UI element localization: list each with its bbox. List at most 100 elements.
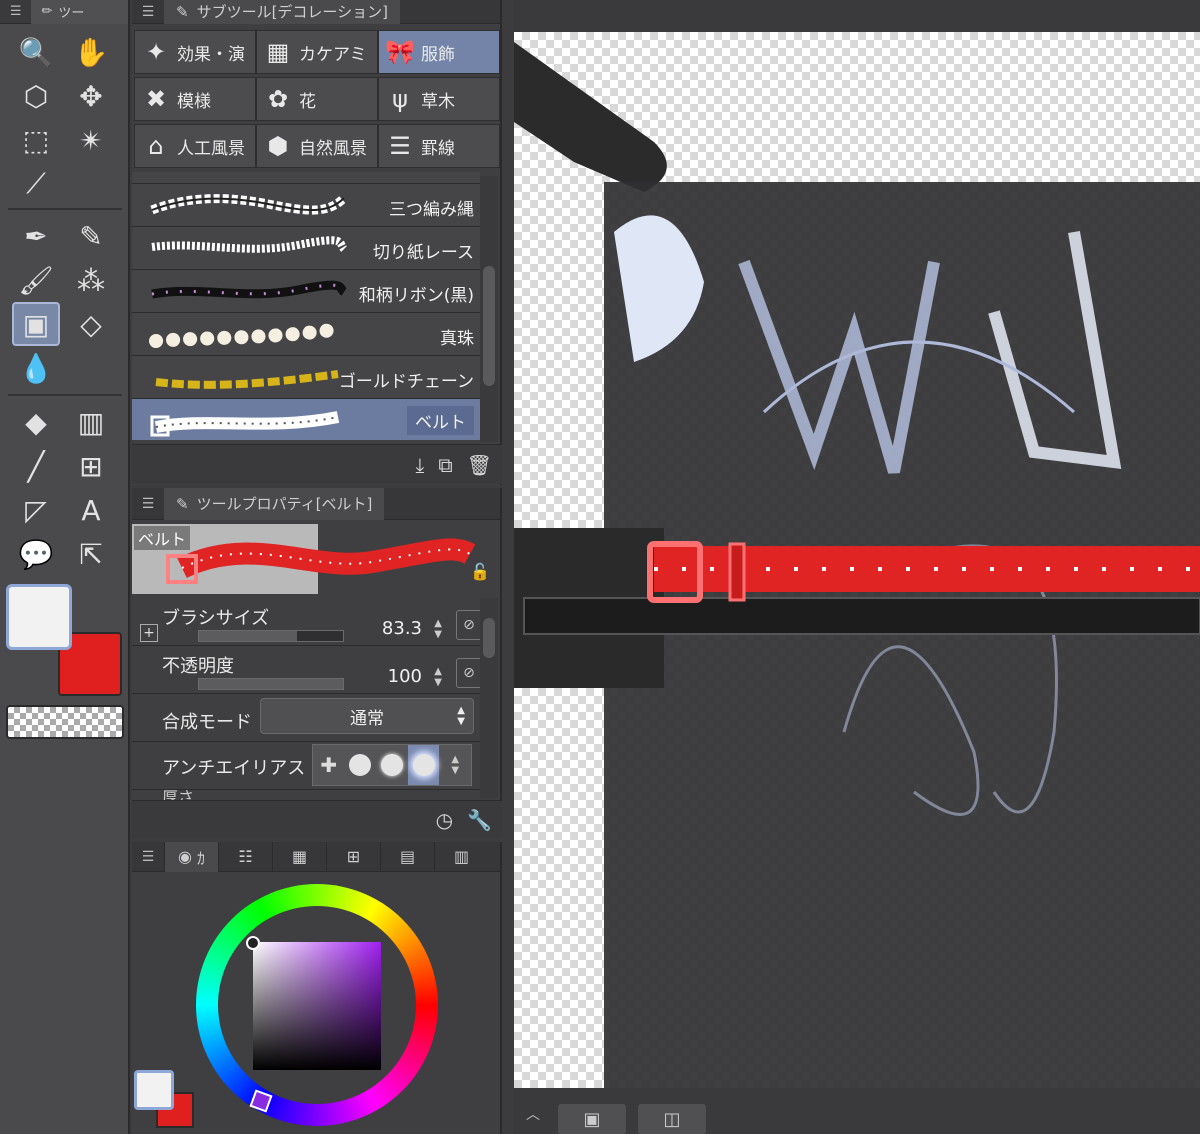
text-tool[interactable]: A	[67, 488, 115, 532]
camera-button[interactable]: ◫	[638, 1104, 706, 1134]
decoration-tool[interactable]: ▣	[12, 302, 60, 346]
import-icon[interactable]: ⤓	[415, 453, 424, 477]
brush-item-japanese-ribbon[interactable]: 和柄リボン(黒)	[132, 270, 480, 313]
duplicate-icon[interactable]: ⧉	[438, 453, 452, 477]
eraser-icon: ◇	[80, 307, 102, 341]
category-artificial-scenery[interactable]: ⌂ 人工風景	[134, 124, 256, 168]
brush-item-gold-chain[interactable]: ゴールドチェーン	[132, 356, 480, 399]
opacity-value[interactable]: 100	[388, 666, 422, 687]
expand-icon[interactable]: +	[140, 624, 158, 642]
canvas-area: ︿ ▣ ◫	[514, 0, 1200, 1134]
sv-cursor[interactable]	[246, 936, 260, 950]
tool-property-tab[interactable]: ✎ ツールプロパティ[ベルト]	[164, 487, 385, 520]
hand-tool[interactable]: ✋	[67, 30, 115, 74]
brush-item-paper-lace[interactable]: 切り紙レース	[132, 227, 480, 270]
category-pattern[interactable]: ✖ 模様	[134, 77, 256, 121]
tab-color-slider[interactable]: ☷	[218, 841, 272, 872]
brush-label: ゴールドチェーン	[338, 372, 474, 392]
blend-mode-select[interactable]: 通常 ▲ ▼	[260, 698, 474, 734]
transparent-color-swatch[interactable]	[6, 705, 124, 739]
tab-approximate-color[interactable]: ▤	[380, 841, 434, 872]
zoom-tool[interactable]: 🔍	[12, 30, 60, 74]
category-flower[interactable]: ✿ 花	[256, 77, 378, 121]
gradient-tool[interactable]: ▥	[67, 400, 115, 444]
pressure-settings-button[interactable]: ⊘	[456, 610, 482, 640]
frame-tool[interactable]: ⊞	[67, 444, 115, 488]
brush-size-slider[interactable]	[198, 630, 344, 642]
scrollbar-thumb[interactable]	[483, 618, 495, 658]
brush-size-value[interactable]: 83.3	[382, 618, 422, 639]
ruler-icon: ◸	[25, 493, 47, 527]
category-clothing[interactable]: 🎀 服飾	[378, 30, 500, 74]
navigator-button[interactable]: ▣	[558, 1104, 626, 1134]
opacity-slider[interactable]	[198, 678, 344, 690]
blend-tool[interactable]: 💧	[12, 346, 60, 390]
magic-wand-tool[interactable]: ✴	[67, 118, 115, 162]
balloon-tool[interactable]: 💬	[12, 532, 60, 576]
category-hatching[interactable]: ▦ カケアミ	[256, 30, 378, 74]
tool-group-3: ◆ ▥ ╱ ⊞ ◸ A 💬 ⇱	[12, 400, 122, 576]
drawing-canvas[interactable]	[514, 32, 1200, 1088]
wrench-icon[interactable]: 🔧	[467, 808, 492, 832]
category-ruled-lines[interactable]: ☰ 罫線	[378, 124, 500, 168]
brush-list-scrollbar[interactable]	[480, 176, 498, 442]
brush-tool[interactable]: 🖌	[12, 258, 60, 302]
brush-label: 三つ編み縄	[389, 200, 474, 220]
palette-icon: ▦	[291, 847, 308, 866]
saturation-value-square[interactable]	[253, 942, 381, 1070]
property-scrollbar[interactable]	[480, 598, 498, 798]
menu-icon[interactable]: ☰	[132, 4, 164, 20]
move-tool[interactable]: ✥	[67, 74, 115, 118]
ruler-tool[interactable]: ◸	[12, 488, 60, 532]
opacity-slider-fill	[199, 679, 343, 689]
antialias-strong[interactable]	[407, 745, 440, 785]
brush-item-pearl[interactable]: 真珠	[132, 313, 480, 356]
trash-icon[interactable]: 🗑	[467, 453, 492, 477]
eraser-tool[interactable]: ◇	[67, 302, 115, 346]
object-select-tool[interactable]: ⬡	[12, 74, 60, 118]
reset-icon[interactable]: ◷	[436, 808, 453, 832]
category-natural-scenery[interactable]: ⬢ 自然風景	[256, 124, 378, 168]
tab-color-history[interactable]: ▥	[434, 841, 488, 872]
tab-color-set[interactable]: ▦	[272, 841, 326, 872]
menu-icon[interactable]: ☰	[0, 4, 31, 19]
tab-intermediate-color[interactable]: ⊞	[326, 841, 380, 872]
tool-tab[interactable]: ✏ ツー	[31, 0, 128, 24]
antialias-weak[interactable]	[345, 745, 377, 785]
fill-tool[interactable]: ◆	[12, 400, 60, 444]
correct-line-tool[interactable]: ⇱	[67, 532, 115, 576]
brush-item-braid-rope[interactable]: 三つ編み縄	[132, 184, 480, 227]
move-icon: ✥	[79, 79, 103, 113]
pen-tool[interactable]: ✒	[12, 214, 60, 258]
artwork	[514, 42, 1200, 1088]
rect-select-tool[interactable]: ⬚	[12, 118, 60, 162]
category-plants[interactable]: ψ 草木	[378, 77, 500, 121]
scrollbar-thumb[interactable]	[483, 266, 495, 386]
brush-size-label: ブラシサイズ	[162, 608, 270, 629]
blend-mode-label: 合成モード	[162, 712, 252, 733]
flower-icon: ✿	[267, 85, 289, 113]
menu-icon[interactable]: ☰	[132, 496, 164, 512]
opacity-stepper[interactable]: ▲ ▼	[434, 666, 442, 688]
brush-item-belt[interactable]: ベルト	[132, 399, 480, 440]
antialias-medium[interactable]	[376, 745, 408, 785]
menu-icon[interactable]: ☰	[132, 849, 164, 865]
lock-icon[interactable]: 🔓	[470, 562, 490, 581]
airbrush-tool[interactable]: ⁂	[67, 258, 115, 302]
line-tool[interactable]: ╱	[12, 444, 60, 488]
pressure-settings-button[interactable]: ⊘	[456, 658, 482, 688]
tab-color-wheel[interactable]: ◉ ｶ	[164, 841, 218, 872]
pencil-tool[interactable]: ✎	[67, 214, 115, 258]
subtool-tab[interactable]: ✎ サブツール[デコレーション]	[164, 0, 400, 24]
antialias-none[interactable]: ✚	[313, 745, 345, 785]
chevron-up-icon[interactable]: ︿	[526, 1104, 540, 1124]
main-color-swatch-small[interactable]	[134, 1070, 174, 1110]
braid-rope-preview	[150, 194, 348, 215]
pearl-preview	[149, 322, 347, 348]
main-color-swatch[interactable]	[6, 584, 72, 650]
eyedropper-tool[interactable]: ⟋	[12, 162, 60, 206]
brush-size-stepper[interactable]: ▲ ▼	[434, 618, 442, 640]
antialias-stepper[interactable]: ▲ ▼	[439, 745, 471, 785]
category-effects[interactable]: ✦ 効果・演	[134, 30, 256, 74]
thickness-label: 厚さ	[162, 790, 195, 800]
